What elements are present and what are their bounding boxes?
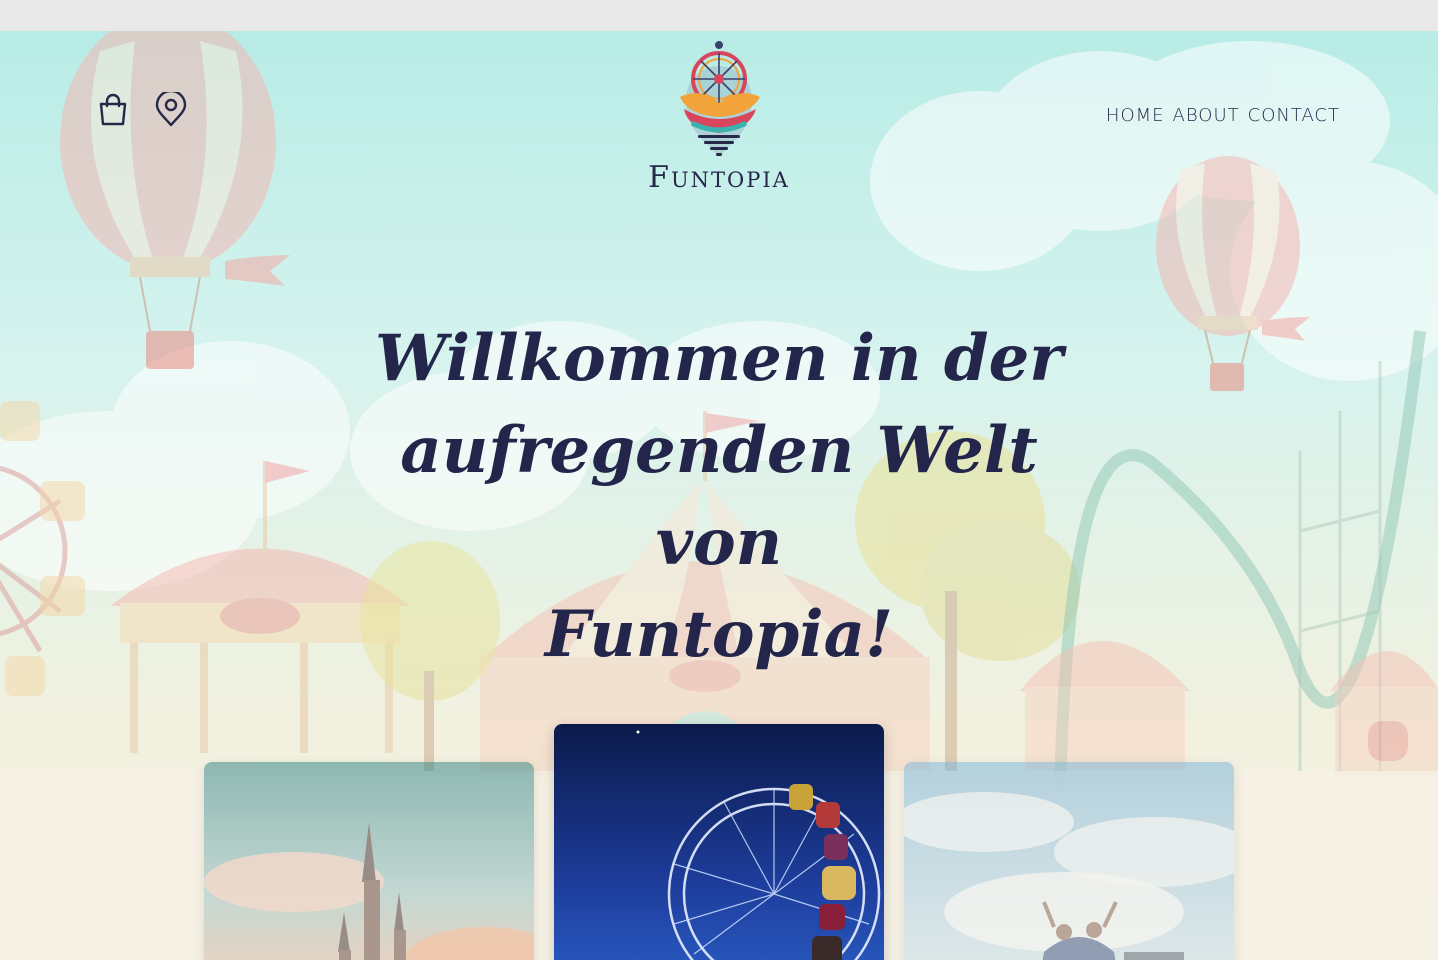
hero-line-2: aufregenden Welt von bbox=[400, 413, 1038, 580]
ferris-wheel-night-photo bbox=[554, 724, 884, 960]
shopping-bag-icon[interactable] bbox=[94, 91, 132, 129]
hero-line-1: Willkommen in der bbox=[375, 321, 1063, 396]
nav-home-link[interactable]: HOME bbox=[1106, 105, 1165, 126]
castle-photo-card[interactable] bbox=[204, 762, 534, 960]
landing-page: Funtopia HOME ABOUT CONTACT Willkommen i… bbox=[0, 31, 1438, 960]
brand-name: Funtopia bbox=[648, 160, 790, 195]
ferris-wheel-photo-card[interactable] bbox=[554, 724, 884, 960]
browser-top-bar bbox=[0, 0, 1438, 31]
nav-contact-link[interactable]: CONTACT bbox=[1248, 105, 1340, 126]
hero-line-3: Funtopia! bbox=[544, 597, 894, 672]
brand-logo[interactable]: Funtopia bbox=[618, 37, 820, 193]
location-pin-icon[interactable] bbox=[152, 91, 190, 129]
roller-coaster-riders-photo bbox=[904, 762, 1234, 960]
castle-photo bbox=[204, 762, 534, 960]
roller-coaster-photo-card[interactable] bbox=[904, 762, 1234, 960]
ferris-wheel-logo-icon bbox=[680, 41, 760, 157]
header-icons bbox=[94, 91, 190, 129]
hero-heading: Willkommen in der aufregenden Welt von F… bbox=[330, 313, 1108, 681]
nav-about-link[interactable]: ABOUT bbox=[1173, 105, 1240, 126]
main-navigation: HOME ABOUT CONTACT bbox=[1106, 105, 1340, 126]
